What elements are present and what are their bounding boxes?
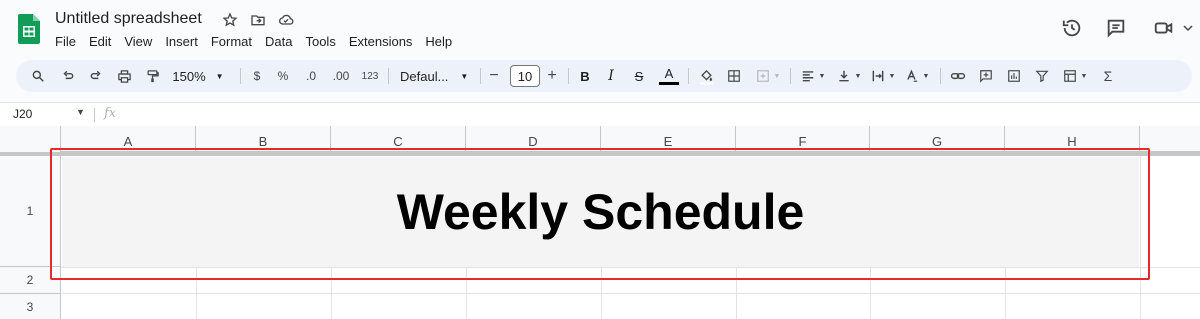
fill-color-icon[interactable] <box>696 60 716 92</box>
menu-insert[interactable]: Insert <box>165 34 198 49</box>
version-history-icon[interactable] <box>1060 16 1084 40</box>
cloud-saved-icon[interactable] <box>277 11 295 29</box>
text-color-swatch <box>659 82 679 85</box>
zoom-value: 150% <box>172 68 206 84</box>
fx-icon: fx <box>104 106 117 121</box>
insert-link-icon[interactable] <box>948 60 968 92</box>
currency-format-button[interactable]: $ <box>248 60 266 92</box>
insert-comment-icon[interactable] <box>976 60 996 92</box>
chevron-down-icon: ▼ <box>888 72 896 80</box>
percent-format-button[interactable]: % <box>274 60 292 92</box>
toolbar: 150% ▼ $ % .0 .00 123 Defaul... ▼ − 10 +… <box>16 60 1192 92</box>
document-title[interactable]: Untitled spreadsheet <box>55 10 202 28</box>
row-header-3[interactable]: 3 <box>0 294 61 319</box>
search-menus-icon[interactable] <box>28 60 48 92</box>
menu-extensions[interactable]: Extensions <box>349 34 413 49</box>
text-color-button[interactable]: A <box>658 60 680 92</box>
decrease-decimal-button[interactable]: .0 <box>300 60 322 92</box>
increase-font-size-button[interactable]: + <box>544 60 560 92</box>
highlight-box <box>50 148 1150 280</box>
borders-icon[interactable] <box>724 60 744 92</box>
increase-decimal-button[interactable]: .00 <box>328 60 354 92</box>
italic-button[interactable]: I <box>602 60 620 92</box>
bold-button[interactable]: B <box>576 60 594 92</box>
menu-tools[interactable]: Tools <box>305 34 335 49</box>
comments-icon[interactable] <box>1104 16 1128 40</box>
chevron-down-icon[interactable]: ▼ <box>76 107 85 117</box>
menu-view[interactable]: View <box>124 34 152 49</box>
number-format-button[interactable]: 123 <box>358 60 382 92</box>
menu-bar: File Edit View Insert Format Data Tools … <box>55 34 465 49</box>
spreadsheet-grid: A B C D E F G H 1 2 3 Weekly Schedule <box>0 126 1200 319</box>
font-family-value: Defaul... <box>400 68 449 84</box>
meet-dropdown-icon[interactable] <box>1176 16 1200 40</box>
horizontal-align-icon[interactable]: ▼ <box>798 60 828 92</box>
move-folder-icon[interactable] <box>249 11 267 29</box>
chevron-down-icon: ▼ <box>922 72 930 80</box>
name-box[interactable]: J20 <box>13 107 32 121</box>
redo-icon[interactable] <box>86 60 106 92</box>
chevron-down-icon: ▼ <box>818 72 826 80</box>
zoom-select[interactable]: 150% ▼ <box>170 60 226 92</box>
sheets-logo-icon[interactable] <box>18 14 40 44</box>
font-family-select[interactable]: Defaul... ▼ <box>396 60 476 92</box>
chevron-down-icon: ▼ <box>215 71 224 81</box>
menu-edit[interactable]: Edit <box>89 34 111 49</box>
functions-button[interactable]: Σ <box>1098 60 1118 92</box>
text-color-label: A <box>664 66 674 81</box>
text-rotation-icon[interactable]: ▼ <box>902 60 932 92</box>
text-wrapping-icon[interactable]: ▼ <box>868 60 898 92</box>
menu-help[interactable]: Help <box>425 34 452 49</box>
menu-file[interactable]: File <box>55 34 76 49</box>
chevron-down-icon: ▼ <box>460 71 469 81</box>
font-size-input[interactable]: 10 <box>510 65 540 87</box>
strikethrough-button[interactable]: S <box>630 60 648 92</box>
filter-views-icon[interactable]: ▼ <box>1060 60 1090 92</box>
menu-format[interactable]: Format <box>211 34 252 49</box>
undo-icon[interactable] <box>58 60 78 92</box>
formula-bar: J20 ▼ fx <box>0 102 1200 126</box>
star-icon[interactable] <box>221 11 239 29</box>
insert-chart-icon[interactable] <box>1004 60 1024 92</box>
paint-format-icon[interactable] <box>142 60 162 92</box>
merge-cells-icon[interactable]: ▼ <box>752 60 784 92</box>
vertical-align-icon[interactable]: ▼ <box>834 60 864 92</box>
print-icon[interactable] <box>114 60 134 92</box>
decrease-font-size-button[interactable]: − <box>486 60 502 92</box>
filter-icon[interactable] <box>1032 60 1052 92</box>
chevron-down-icon: ▼ <box>854 72 862 80</box>
meet-icon[interactable] <box>1152 16 1176 40</box>
chevron-down-icon: ▼ <box>773 72 781 80</box>
decrease-decimal-label: .0 <box>305 69 316 83</box>
chevron-down-icon: ▼ <box>1080 72 1088 80</box>
title-bar: Untitled spreadsheet File Edit View Inse… <box>0 0 1200 56</box>
menu-data[interactable]: Data <box>265 34 292 49</box>
increase-decimal-label: .00 <box>332 69 350 83</box>
